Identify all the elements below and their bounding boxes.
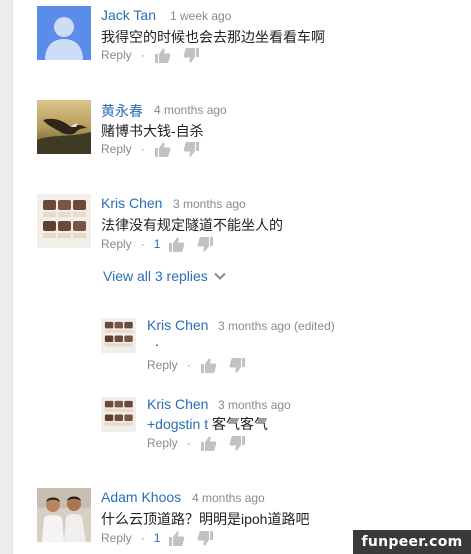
separator-dot: · bbox=[140, 48, 145, 62]
thumbs-down-icon[interactable] bbox=[197, 236, 214, 253]
reply-button[interactable]: Reply bbox=[147, 436, 178, 450]
food-avatar-image bbox=[101, 318, 136, 353]
reply-actions: Reply · bbox=[147, 356, 258, 374]
scroll-rail bbox=[0, 0, 13, 554]
reply-time[interactable]: 3 months ago (edited) bbox=[218, 319, 335, 333]
like-count: 1 bbox=[153, 237, 161, 251]
reply-button[interactable]: Reply bbox=[101, 237, 132, 251]
watermark-text: funpeer.com bbox=[361, 534, 463, 550]
comment-author[interactable]: Adam Khoos bbox=[101, 489, 181, 505]
comment-author[interactable]: Jack Tan bbox=[101, 7, 156, 23]
default-user-icon bbox=[37, 6, 91, 60]
avatar[interactable] bbox=[37, 6, 91, 60]
photo-avatar-image bbox=[37, 488, 91, 542]
comment-actions: Reply · 1 bbox=[101, 235, 226, 253]
thumbs-down-icon[interactable] bbox=[183, 47, 200, 64]
like-count: 1 bbox=[153, 531, 161, 545]
thumbs-up-icon[interactable] bbox=[168, 236, 185, 253]
view-all-replies-label: View all 3 replies bbox=[103, 268, 208, 284]
separator-dot: · bbox=[186, 436, 191, 450]
thumbs-down-icon[interactable] bbox=[229, 435, 246, 452]
user-mention-link[interactable]: +dogstin t bbox=[147, 416, 208, 432]
separator-dot: · bbox=[140, 142, 145, 156]
comment-text: 赌博书大钱-自杀 bbox=[101, 123, 204, 139]
separator-dot: · bbox=[140, 237, 145, 251]
thumbs-up-icon[interactable] bbox=[200, 357, 217, 374]
food-avatar-image bbox=[101, 397, 136, 432]
comment-time[interactable]: 1 week ago bbox=[170, 9, 231, 23]
separator-dot: · bbox=[140, 531, 145, 545]
avatar[interactable] bbox=[37, 488, 91, 542]
reply-button[interactable]: Reply bbox=[101, 142, 132, 156]
chevron-down-icon bbox=[214, 272, 226, 280]
reply-button[interactable]: Reply bbox=[147, 358, 178, 372]
avatar[interactable] bbox=[101, 397, 136, 432]
comment-author[interactable]: Kris Chen bbox=[101, 195, 162, 211]
food-avatar-image bbox=[37, 194, 91, 248]
thumbs-up-icon[interactable] bbox=[154, 141, 171, 158]
avatar[interactable] bbox=[37, 194, 91, 248]
reply-text: . bbox=[155, 333, 159, 349]
comment-actions: Reply · bbox=[101, 46, 212, 64]
reply-button[interactable]: Reply bbox=[101, 531, 132, 545]
comment-actions: Reply · bbox=[101, 140, 212, 158]
reply-author[interactable]: Kris Chen bbox=[147, 396, 208, 412]
thumbs-up-icon[interactable] bbox=[200, 435, 217, 452]
reply-text: +dogstin t 客气客气 bbox=[147, 414, 268, 434]
comment-actions: Reply · 1 bbox=[101, 529, 226, 547]
thumbs-down-icon[interactable] bbox=[229, 357, 246, 374]
reply-actions: Reply · bbox=[147, 434, 258, 452]
thumbs-down-icon[interactable] bbox=[183, 141, 200, 158]
thumbs-up-icon[interactable] bbox=[168, 530, 185, 547]
comment-time[interactable]: 4 months ago bbox=[192, 491, 265, 505]
comment-time[interactable]: 4 months ago bbox=[154, 103, 227, 117]
reply-text-body: 客气客气 bbox=[208, 416, 268, 432]
view-all-replies-link[interactable]: View all 3 replies bbox=[103, 268, 226, 284]
reply-button[interactable]: Reply bbox=[101, 48, 132, 62]
watermark-badge: funpeer.com bbox=[353, 530, 471, 554]
comment-time[interactable]: 3 months ago bbox=[173, 197, 246, 211]
comment-author[interactable]: 黄永春 bbox=[101, 101, 143, 121]
thumbs-down-icon[interactable] bbox=[197, 530, 214, 547]
avatar[interactable] bbox=[101, 318, 136, 353]
comment-text: 我得空的时候也会去那边坐看看车啊 bbox=[101, 29, 325, 45]
eagle-avatar-image bbox=[37, 100, 91, 154]
separator-dot: · bbox=[186, 358, 191, 372]
thumbs-up-icon[interactable] bbox=[154, 47, 171, 64]
reply-time[interactable]: 3 months ago bbox=[218, 398, 291, 412]
comment-text: 什么云顶道路？明明是ipoh道路吧 bbox=[101, 511, 310, 527]
reply-author[interactable]: Kris Chen bbox=[147, 317, 208, 333]
comment-text: 法律没有规定隧道不能坐人的 bbox=[101, 217, 283, 233]
avatar[interactable] bbox=[37, 100, 91, 154]
